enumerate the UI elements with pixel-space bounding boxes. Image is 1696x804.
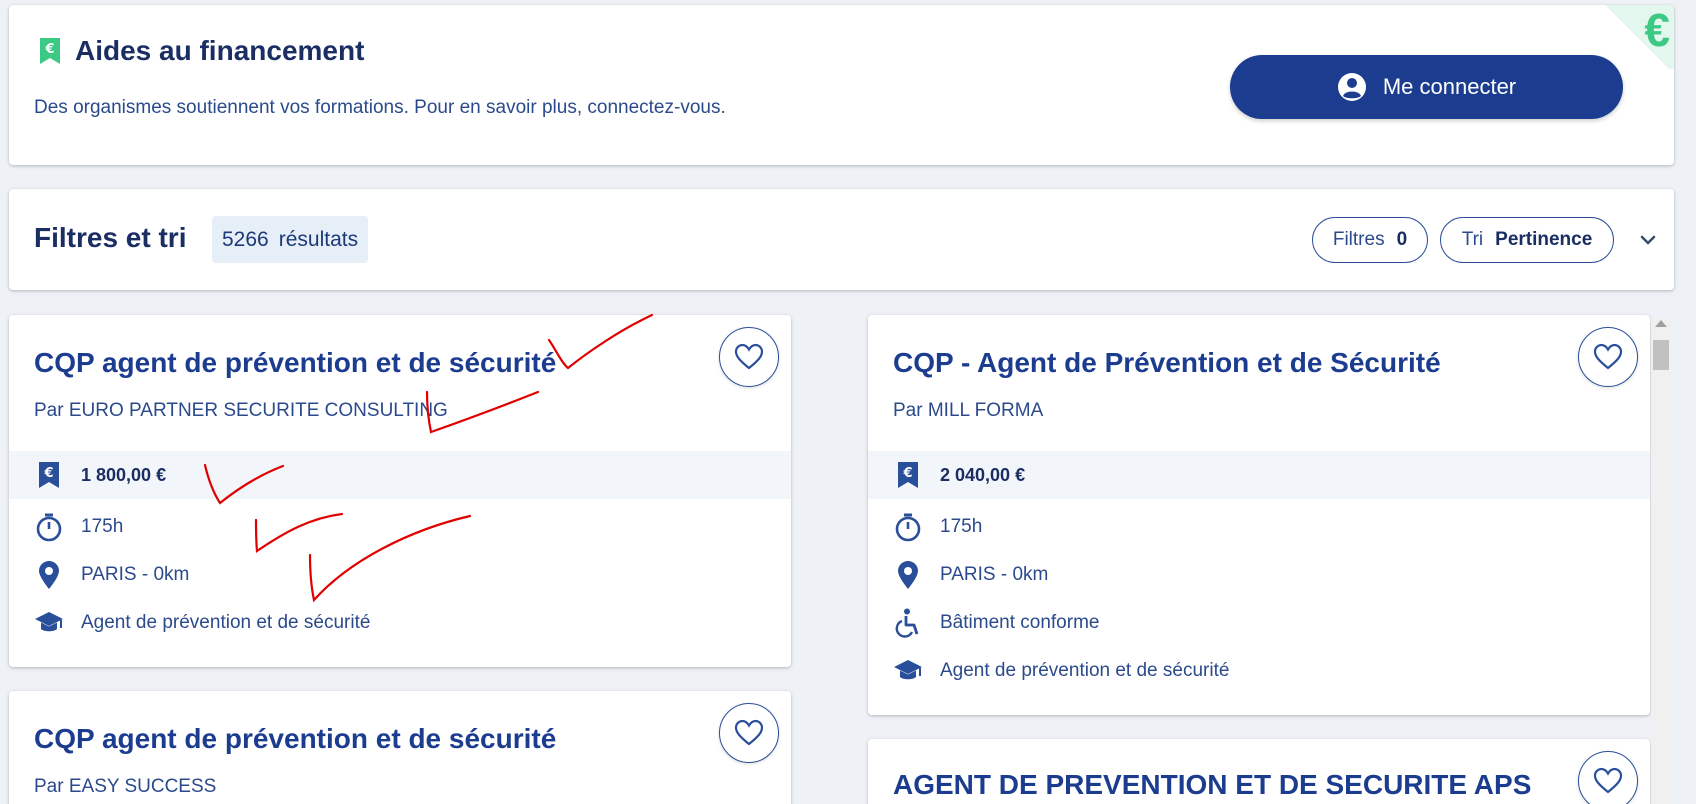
sort-button[interactable]: Tri Pertinence bbox=[1440, 217, 1614, 263]
accessibility-row: Bâtiment conforme bbox=[868, 599, 1650, 647]
course-card[interactable]: AGENT DE PREVENTION ET DE SECURITE APS bbox=[868, 739, 1650, 804]
course-accessibility: Bâtiment conforme bbox=[940, 612, 1100, 633]
location-row: PARIS - 0km bbox=[9, 551, 791, 599]
location-row: PARIS - 0km bbox=[868, 551, 1650, 599]
scroll-thumb[interactable] bbox=[1653, 340, 1669, 370]
chevron-down-icon[interactable] bbox=[1635, 227, 1661, 253]
map-pin-icon bbox=[898, 561, 918, 589]
financing-aid-title: Aides au financement bbox=[75, 35, 365, 66]
euro-bookmark-icon: € bbox=[898, 462, 918, 488]
financing-aid-header: € Aides au financement bbox=[39, 35, 364, 67]
results-count-badge: 5266 résultats bbox=[212, 216, 369, 263]
sort-value: Pertinence bbox=[1495, 229, 1593, 250]
euro-bookmark-icon: € bbox=[40, 38, 60, 64]
results-label: résultats bbox=[278, 227, 359, 251]
results-count: 5266 bbox=[222, 227, 269, 251]
favorite-button[interactable] bbox=[719, 327, 779, 387]
course-duration: 175h bbox=[940, 516, 983, 537]
filters-button[interactable]: Filtres 0 bbox=[1312, 217, 1428, 263]
heart-icon bbox=[734, 343, 764, 370]
euro-icon: € bbox=[1644, 5, 1670, 56]
course-organization: Par EURO PARTNER SECURITE CONSULTING bbox=[34, 400, 448, 421]
heart-icon bbox=[1593, 767, 1623, 794]
course-organization: Par EASY SUCCESS bbox=[34, 776, 217, 797]
course-price: 1 800,00 € bbox=[81, 464, 167, 485]
course-location: PARIS - 0km bbox=[940, 564, 1049, 585]
login-button-label: Me connecter bbox=[1382, 74, 1517, 99]
sort-button-label: Tri bbox=[1461, 229, 1484, 250]
filters-button-label: Filtres bbox=[1332, 229, 1385, 250]
svg-text:€: € bbox=[44, 42, 54, 57]
scrollbar[interactable] bbox=[1651, 318, 1671, 804]
duration-row: 175h bbox=[868, 503, 1650, 551]
course-title[interactable]: CQP agent de prévention et de sécurité bbox=[34, 347, 556, 379]
course-title[interactable]: CQP agent de prévention et de sécurité bbox=[34, 723, 556, 755]
price-row: € 1 800,00 € bbox=[9, 451, 791, 499]
stopwatch-icon bbox=[895, 513, 921, 542]
financing-aid-description: Des organismes soutiennent vos formation… bbox=[34, 97, 726, 118]
scroll-up-arrow-icon[interactable] bbox=[1655, 320, 1667, 327]
favorite-button[interactable] bbox=[1578, 751, 1638, 804]
course-price: 2 040,00 € bbox=[940, 464, 1026, 485]
financing-aid-banner: € € Aides au financement Des organismes … bbox=[9, 5, 1674, 165]
filters-bar: Filtres et tri 5266 résultats Filtres 0 … bbox=[9, 189, 1674, 290]
favorite-button[interactable] bbox=[1578, 327, 1638, 387]
svg-text:€: € bbox=[902, 466, 912, 481]
course-location: PARIS - 0km bbox=[81, 564, 190, 585]
course-card[interactable]: CQP agent de prévention et de sécurité P… bbox=[9, 315, 791, 667]
course-title[interactable]: CQP - Agent de Prévention et de Sécurité bbox=[893, 347, 1441, 379]
user-circle-icon bbox=[1337, 73, 1366, 101]
heart-icon bbox=[734, 719, 764, 746]
filters-title: Filtres et tri bbox=[34, 222, 187, 253]
course-card[interactable]: CQP - Agent de Prévention et de Sécurité… bbox=[868, 315, 1650, 715]
graduation-cap-icon bbox=[894, 660, 922, 680]
map-pin-icon bbox=[39, 561, 59, 589]
heart-icon bbox=[1593, 343, 1623, 370]
diploma-row: Agent de prévention et de sécurité bbox=[9, 599, 791, 647]
svg-text:€: € bbox=[43, 466, 53, 481]
login-button[interactable]: Me connecter bbox=[1230, 55, 1623, 119]
diploma-row: Agent de prévention et de sécurité bbox=[868, 647, 1650, 695]
euro-bookmark-icon: € bbox=[39, 462, 59, 488]
wheelchair-icon bbox=[895, 608, 919, 638]
graduation-cap-icon bbox=[35, 612, 63, 632]
course-duration: 175h bbox=[81, 516, 124, 537]
stopwatch-icon bbox=[36, 513, 62, 542]
course-diploma: Agent de prévention et de sécurité bbox=[940, 660, 1230, 681]
course-organization: Par MILL FORMA bbox=[893, 400, 1044, 421]
price-row: € 2 040,00 € bbox=[868, 451, 1650, 499]
course-title[interactable]: AGENT DE PREVENTION ET DE SECURITE APS bbox=[893, 769, 1531, 801]
course-diploma: Agent de prévention et de sécurité bbox=[81, 612, 371, 633]
duration-row: 175h bbox=[9, 503, 791, 551]
filters-active-count: 0 bbox=[1396, 229, 1408, 250]
course-card[interactable]: CQP agent de prévention et de sécurité P… bbox=[9, 691, 791, 804]
favorite-button[interactable] bbox=[719, 703, 779, 763]
